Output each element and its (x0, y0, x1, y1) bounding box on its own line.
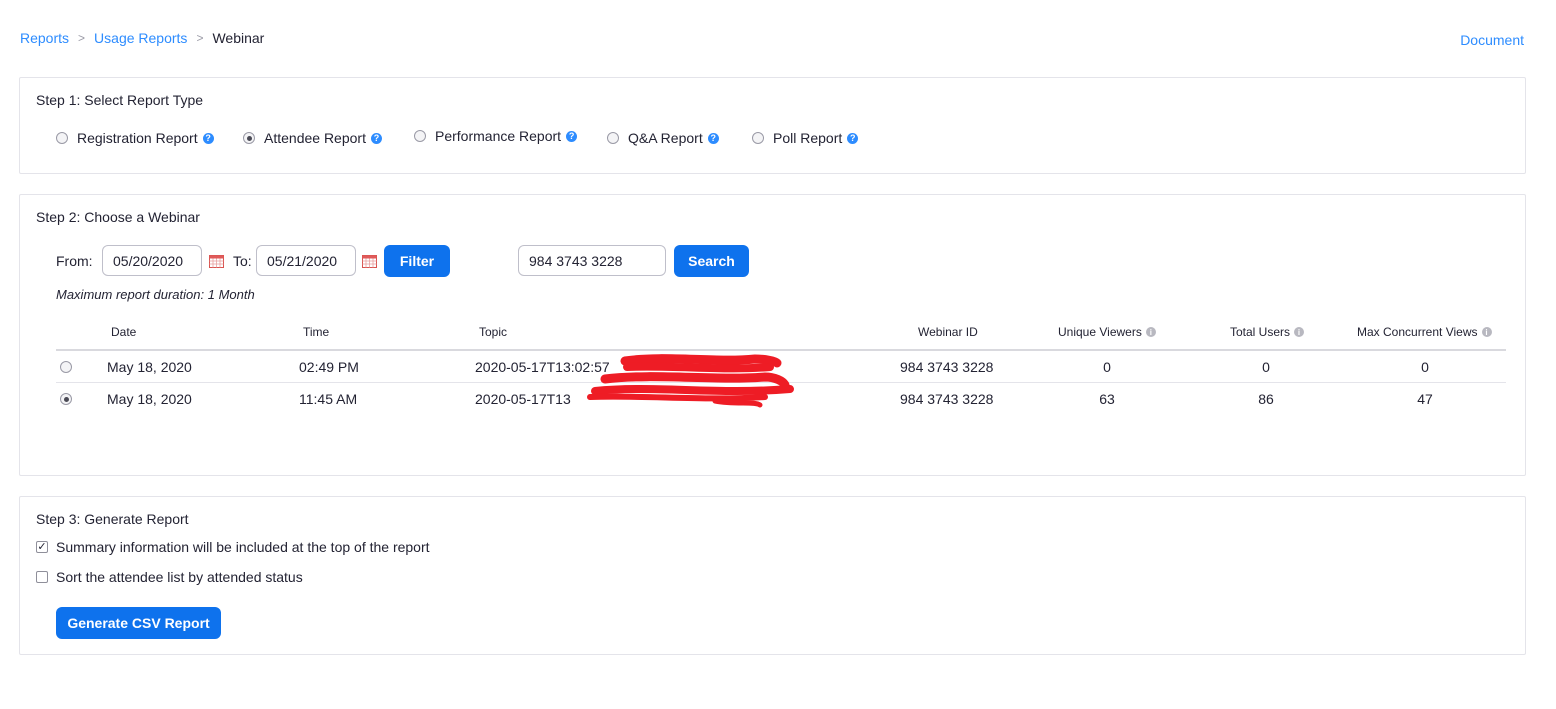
step2-title: Step 2: Choose a Webinar (36, 209, 200, 225)
registration-report-option[interactable]: Registration Report ? (56, 130, 214, 146)
info-icon[interactable]: i (1481, 327, 1492, 337)
step2-panel: Step 2: Choose a Webinar From: To: Filte… (19, 194, 1526, 476)
generate-csv-report-button[interactable]: Generate CSV Report (56, 607, 221, 639)
filter-button[interactable]: Filter (384, 245, 450, 277)
performance-report-radio[interactable] (414, 130, 426, 142)
step3-panel: Step 3: Generate Report ✓ Summary inform… (19, 496, 1526, 655)
summary-info-label: Summary information will be included at … (56, 539, 430, 555)
row-date: May 18, 2020 (107, 391, 192, 407)
to-date-input[interactable] (256, 245, 356, 276)
header-unique-viewers: Unique Viewers i (1058, 325, 1156, 339)
info-icon[interactable]: i (1294, 327, 1305, 337)
summary-info-checkbox[interactable]: ✓ (36, 541, 48, 553)
header-total-users: Total Users i (1230, 325, 1305, 339)
breadcrumb-separator: > (78, 31, 86, 45)
row-webinar-id: 984 3743 3228 (900, 359, 994, 375)
table-header: Date Time Topic Webinar ID Unique Viewer… (56, 319, 1506, 351)
breadcrumb-separator: > (196, 31, 204, 45)
summary-info-option[interactable]: ✓ Summary information will be included a… (36, 539, 430, 555)
poll-report-label: Poll Report (773, 130, 843, 146)
poll-report-option[interactable]: Poll Report ? (752, 130, 859, 146)
help-icon[interactable]: ? (707, 132, 719, 144)
sort-attendee-label: Sort the attendee list by attended statu… (56, 569, 303, 585)
row-unique-viewers: 0 (1103, 359, 1111, 375)
breadcrumb-reports-link[interactable]: Reports (20, 30, 69, 46)
row-select-radio[interactable] (60, 393, 72, 405)
attendee-report-radio[interactable] (243, 132, 255, 144)
from-label: From: (56, 253, 93, 269)
performance-report-label: Performance Report (435, 128, 562, 144)
breadcrumb: Reports > Usage Reports > Webinar (20, 30, 264, 46)
row-total-users: 0 (1262, 359, 1270, 375)
row-max-concurrent: 47 (1417, 391, 1433, 407)
poll-report-radio[interactable] (752, 132, 764, 144)
row-total-users: 86 (1258, 391, 1274, 407)
row-time: 11:45 AM (299, 391, 358, 407)
help-icon[interactable]: ? (202, 132, 214, 144)
qa-report-radio[interactable] (607, 132, 619, 144)
header-max-concurrent-label: Max Concurrent Views (1357, 325, 1478, 339)
step3-title: Step 3: Generate Report (36, 511, 189, 527)
help-icon[interactable]: ? (370, 132, 382, 144)
header-webinar-id: Webinar ID (918, 325, 978, 339)
qa-report-option[interactable]: Q&A Report ? (607, 130, 719, 146)
step1-title: Step 1: Select Report Type (36, 92, 204, 108)
header-max-concurrent: Max Concurrent Views i (1357, 325, 1492, 339)
sort-attendee-option[interactable]: Sort the attendee list by attended statu… (36, 569, 303, 585)
info-icon[interactable]: i (1145, 327, 1156, 337)
help-icon[interactable]: ? (847, 132, 859, 144)
header-unique-viewers-label: Unique Viewers (1058, 325, 1142, 339)
row-unique-viewers: 63 (1099, 391, 1115, 407)
calendar-icon[interactable] (362, 254, 377, 268)
header-time: Time (303, 325, 330, 339)
qa-report-label: Q&A Report (628, 130, 703, 146)
step1-panel: Step 1: Select Report Type Registration … (19, 77, 1526, 174)
row-webinar-id: 984 3743 3228 (900, 391, 994, 407)
breadcrumb-current: Webinar (212, 30, 265, 46)
row-max-concurrent: 0 (1421, 359, 1429, 375)
attendee-report-option[interactable]: Attendee Report ? (243, 130, 382, 146)
row-date: May 18, 2020 (107, 359, 192, 375)
performance-report-option[interactable]: Performance Report ? (414, 128, 578, 144)
header-total-users-label: Total Users (1230, 325, 1291, 339)
header-topic: Topic (479, 325, 508, 339)
from-date-input[interactable] (102, 245, 202, 276)
to-label: To: (233, 253, 252, 269)
row-time: 02:49 PM (299, 359, 359, 375)
registration-report-label: Registration Report (77, 130, 198, 146)
duration-note: Maximum report duration: 1 Month (56, 287, 255, 302)
document-link[interactable]: Document (1460, 32, 1524, 48)
row-select-radio[interactable] (60, 361, 72, 373)
redaction-scribble (587, 354, 794, 408)
attendee-report-label: Attendee Report (264, 130, 366, 146)
help-icon[interactable]: ? (566, 130, 578, 142)
calendar-icon[interactable] (209, 254, 224, 268)
registration-report-radio[interactable] (56, 132, 68, 144)
webinar-search-input[interactable] (518, 245, 666, 276)
sort-attendee-checkbox[interactable] (36, 571, 48, 583)
row-topic: 2020-05-17T13 (475, 391, 571, 407)
search-button[interactable]: Search (674, 245, 749, 277)
header-date: Date (111, 325, 137, 339)
breadcrumb-usage-reports-link[interactable]: Usage Reports (94, 30, 187, 46)
